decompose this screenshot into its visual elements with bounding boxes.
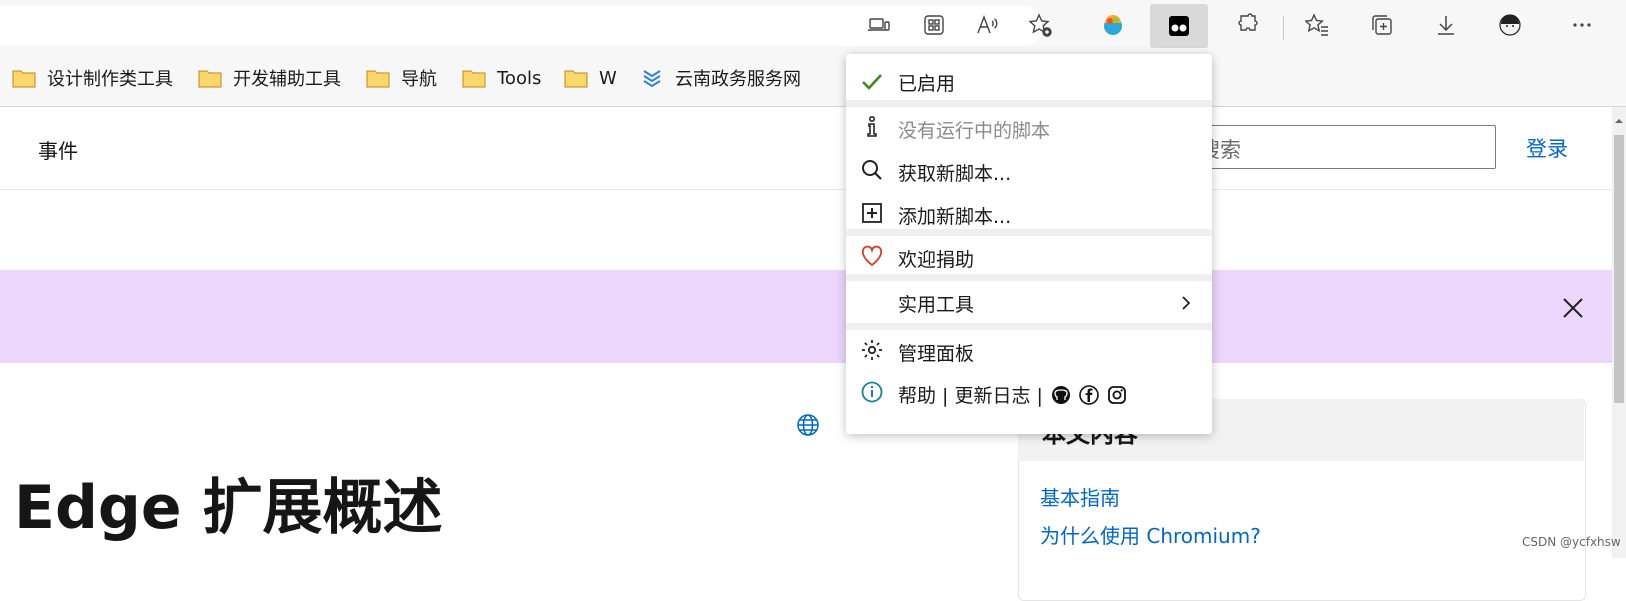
- menu-label: 添加新脚本...: [898, 205, 1012, 228]
- help-changelog-text: 帮助 | 更新日志 |: [898, 384, 1043, 407]
- bookmark-label: 导航: [401, 69, 437, 90]
- globe-icon[interactable]: [796, 413, 820, 437]
- bookmark-folder[interactable]: 开发辅助工具: [198, 64, 341, 92]
- bookmark-label: W: [599, 67, 617, 89]
- heart-icon: [861, 245, 883, 267]
- menu-item-tools[interactable]: 实用工具: [846, 283, 1212, 323]
- watermark: CSDN @ycfxhsw: [1522, 535, 1621, 549]
- folder-icon: [198, 70, 222, 88]
- extension-colorful-icon[interactable]: [1097, 9, 1129, 41]
- bookmark-label: 开发辅助工具: [233, 69, 341, 90]
- add-box-icon: [862, 203, 882, 223]
- info-icon: [861, 381, 883, 403]
- site-logo-icon: [643, 70, 661, 88]
- menu-separator: [846, 323, 1212, 330]
- scrollbar-thumb[interactable]: [1614, 135, 1624, 403]
- nav-events-link[interactable]: 事件: [38, 135, 78, 164]
- menu-item-enabled[interactable]: 已启用: [846, 64, 1212, 100]
- toc-link[interactable]: 基本指南: [1040, 482, 1120, 511]
- read-aloud-icon[interactable]: [971, 9, 1003, 41]
- toc-link[interactable]: 为什么使用 Chromium?: [1040, 520, 1261, 549]
- bookmark-link[interactable]: 云南政务服务网: [640, 64, 801, 92]
- toolbar-divider: [1283, 16, 1284, 40]
- add-favorite-icon[interactable]: [1024, 9, 1056, 41]
- tampermonkey-icon[interactable]: [1150, 4, 1208, 48]
- extensions-icon[interactable]: [1232, 9, 1264, 41]
- menu-item-help[interactable]: 帮助 | 更新日志 |: [846, 374, 1212, 414]
- menu-item-dashboard[interactable]: 管理面板: [846, 332, 1212, 372]
- apps-icon[interactable]: [918, 9, 950, 41]
- bookmark-label: 云南政务服务网: [675, 69, 801, 90]
- gear-icon: [862, 340, 882, 360]
- web-page: 事件 搜索 登录 Edge 扩展概述 本文内容 基本指南 为什么使用 Chrom…: [0, 107, 1612, 601]
- close-icon[interactable]: [1558, 293, 1588, 323]
- instagram-icon[interactable]: [1107, 385, 1127, 405]
- menu-label: 帮助 | 更新日志 |: [898, 381, 1127, 408]
- login-link[interactable]: 登录: [1526, 133, 1568, 163]
- menu-label: 已启用: [898, 72, 956, 95]
- profile-avatar[interactable]: [1494, 9, 1526, 41]
- scroll-up-icon[interactable]: [1614, 116, 1624, 126]
- info-script-icon: [867, 115, 877, 137]
- menu-label: 没有运行中的脚本: [898, 119, 1051, 142]
- browser-toolbar: [0, 0, 1626, 50]
- menu-item-donate[interactable]: 欢迎捐助: [846, 238, 1212, 278]
- folder-icon: [12, 70, 36, 88]
- menu-label: 管理面板: [898, 342, 975, 365]
- site-navbar: 事件 搜索 登录: [0, 107, 1612, 190]
- folder-icon: [366, 70, 390, 88]
- facebook-icon[interactable]: [1079, 384, 1099, 405]
- page-title: Edge 扩展概述: [14, 473, 443, 543]
- tampermonkey-menu: 已启用 没有运行中的脚本 获取新脚本... 添加新脚本... 欢迎捐助 实用工具…: [846, 54, 1212, 434]
- menu-label: 获取新脚本...: [898, 162, 1012, 185]
- menu-separator: [846, 229, 1212, 236]
- bookmarks-bar: 设计制作类工具 开发辅助工具 导航 Tools W 云南政务服务网: [0, 50, 1626, 107]
- favorites-icon[interactable]: [1301, 9, 1333, 41]
- menu-separator: [846, 100, 1212, 107]
- search-icon: [862, 160, 882, 180]
- menu-label: 实用工具: [898, 293, 975, 316]
- bookmark-folder[interactable]: W: [564, 64, 617, 92]
- github-icon[interactable]: [1051, 385, 1071, 405]
- chevron-right-icon: [1182, 296, 1191, 310]
- collections-icon[interactable]: [1366, 9, 1398, 41]
- device-icon[interactable]: [863, 9, 895, 41]
- notice-banner: [0, 270, 1612, 363]
- bookmark-folder[interactable]: Tools: [462, 64, 541, 92]
- bookmark-label: 设计制作类工具: [47, 69, 173, 90]
- bookmark-folder[interactable]: 导航: [366, 64, 437, 92]
- search-input[interactable]: 搜索: [1188, 125, 1496, 169]
- menu-item-get-new[interactable]: 获取新脚本...: [846, 152, 1212, 192]
- folder-icon: [564, 70, 588, 88]
- folder-icon: [462, 70, 486, 88]
- menu-item-no-scripts: 没有运行中的脚本: [846, 109, 1212, 149]
- downloads-icon[interactable]: [1430, 9, 1462, 41]
- more-icon[interactable]: [1566, 9, 1598, 41]
- bookmark-label: Tools: [497, 67, 542, 89]
- bookmark-folder[interactable]: 设计制作类工具: [12, 64, 173, 92]
- menu-separator: [846, 274, 1212, 281]
- check-icon: [862, 74, 882, 90]
- menu-label: 欢迎捐助: [898, 248, 975, 271]
